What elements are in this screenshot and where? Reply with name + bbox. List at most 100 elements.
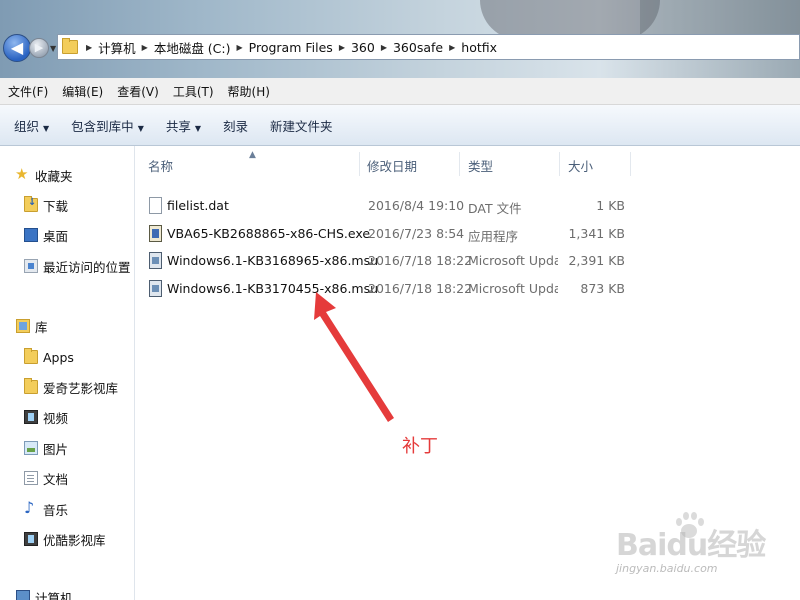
exe-file-icon — [149, 225, 162, 242]
nav-item-iqiyi-library[interactable]: 爱奇艺影视库 — [24, 376, 118, 398]
star-icon — [15, 165, 30, 183]
menu-help[interactable]: 帮助(H) — [224, 83, 274, 100]
breadcrumb-separator-icon[interactable]: ▶ — [142, 43, 148, 52]
breadcrumb-separator-icon[interactable]: ▶ — [449, 43, 455, 52]
file-size: 2,391 KB — [568, 253, 625, 268]
breadcrumb-separator-icon[interactable]: ▶ — [86, 43, 92, 52]
breadcrumb-item[interactable]: 计算机 — [98, 38, 136, 57]
watermark: Baidu经验 jingyan.baidu.com — [616, 512, 796, 582]
file-date: 2016/7/18 18:22 — [368, 253, 473, 268]
new-folder-button[interactable]: 新建文件夹 — [264, 116, 339, 135]
file-row[interactable]: filelist.dat 2016/8/4 19:10 DAT 文件 1 KB — [143, 194, 633, 218]
file-row[interactable]: Windows6.1-KB3168965-x86.msu 2016/7/18 1… — [143, 249, 633, 273]
column-header-row: ▲ 名称 修改日期 类型 大小 — [135, 150, 800, 180]
nav-item-documents[interactable]: 文档 — [24, 467, 68, 489]
watermark-url: jingyan.baidu.com — [616, 562, 718, 575]
breadcrumb-item-current[interactable]: hotfix — [461, 40, 497, 55]
chevron-down-icon: ▼ — [194, 123, 202, 133]
nav-item-youku-library[interactable]: 优酷影视库 — [24, 528, 106, 550]
back-arrow-icon: ◀ — [10, 38, 24, 57]
folder-icon — [24, 348, 38, 364]
forward-arrow-icon: ▶ — [34, 41, 44, 54]
file-name: filelist.dat — [167, 198, 229, 213]
organize-button[interactable]: 组织 ▼ — [8, 116, 55, 135]
menu-view[interactable]: 查看(V) — [113, 83, 163, 100]
breadcrumb-separator-icon[interactable]: ▶ — [237, 43, 243, 52]
nav-libraries[interactable]: 库 — [16, 315, 48, 337]
chevron-down-icon: ▼ — [43, 123, 50, 133]
file-type: Microsoft Updat... — [468, 281, 558, 296]
column-header-date[interactable]: 修改日期 — [367, 156, 417, 175]
nav-item-downloads[interactable]: 下载 — [24, 194, 68, 216]
video-icon — [24, 410, 38, 424]
menu-edit[interactable]: 编辑(E) — [58, 83, 107, 100]
burn-button[interactable]: 刻录 — [217, 116, 254, 135]
folder-icon — [24, 378, 38, 394]
annotation-label: 补丁 — [402, 436, 438, 457]
computer-icon — [16, 590, 30, 600]
column-divider[interactable] — [559, 152, 560, 176]
nav-label: 优酷影视库 — [43, 532, 106, 548]
sort-ascending-icon: ▲ — [249, 150, 256, 160]
nav-favorites[interactable]: 收藏夹 — [15, 164, 73, 186]
history-dropdown-icon[interactable]: ▼ — [50, 44, 56, 53]
breadcrumb-item[interactable]: Program Files — [249, 40, 333, 55]
file-name: Windows6.1-KB3168965-x86.msu — [167, 253, 379, 268]
file-name: VBA65-KB2688865-x86-CHS.exe — [167, 226, 371, 241]
organize-label: 组织 — [14, 118, 40, 134]
music-icon — [24, 498, 38, 517]
video-library-icon — [24, 532, 38, 546]
nav-item-recent-places[interactable]: 最近访问的位置 — [24, 255, 131, 277]
nav-label: 计算机 — [35, 590, 73, 600]
file-row[interactable]: VBA65-KB2688865-x86-CHS.exe 2016/7/23 8:… — [143, 222, 633, 246]
nav-label: 音乐 — [43, 502, 69, 518]
menu-bar: 文件(F) 编辑(E) 查看(V) 工具(T) 帮助(H) — [0, 78, 800, 105]
nav-item-desktop[interactable]: 桌面 — [24, 224, 68, 246]
nav-label: Apps — [43, 349, 74, 365]
address-bar[interactable]: ▶ 计算机 ▶ 本地磁盘 (C:) ▶ Program Files ▶ 360 … — [57, 34, 800, 60]
command-toolbar: 组织 ▼ 包含到库中 ▼ 共享 ▼ 刻录 新建文件夹 — [0, 105, 800, 146]
folder-icon — [62, 38, 78, 54]
window-title-area: ◀ ▶ ▼ ▶ 计算机 ▶ 本地磁盘 (C:) ▶ Program Files … — [0, 0, 800, 78]
file-size: 1 KB — [596, 198, 625, 213]
breadcrumb-item[interactable]: 360safe — [393, 40, 443, 55]
breadcrumb-item[interactable]: 本地磁盘 (C:) — [154, 38, 231, 57]
nav-item-videos[interactable]: 视频 — [24, 406, 68, 428]
include-in-library-button[interactable]: 包含到库中 ▼ — [65, 116, 150, 135]
column-divider[interactable] — [459, 152, 460, 176]
nav-label: 爱奇艺影视库 — [43, 380, 119, 396]
nav-label: 视频 — [43, 410, 69, 426]
file-size: 1,341 KB — [568, 226, 625, 241]
navigation-pane: 收藏夹 下载 桌面 最近访问的位置 库 Apps 爱奇艺影视库 视频 图片 文档… — [0, 146, 135, 600]
nav-item-music[interactable]: 音乐 — [24, 498, 68, 520]
nav-label: 图片 — [43, 441, 69, 457]
column-header-name[interactable]: 名称 — [148, 156, 173, 175]
nav-label: 下载 — [43, 198, 69, 214]
file-size: 873 KB — [580, 281, 625, 296]
column-header-size[interactable]: 大小 — [568, 156, 593, 175]
file-type: DAT 文件 — [468, 201, 522, 216]
msu-file-icon — [149, 280, 162, 297]
recent-places-icon — [24, 259, 38, 273]
menu-tools[interactable]: 工具(T) — [169, 83, 218, 100]
breadcrumb-item[interactable]: 360 — [351, 40, 375, 55]
library-icon — [16, 319, 30, 333]
nav-label: 最近访问的位置 — [43, 259, 131, 275]
column-divider[interactable] — [630, 152, 631, 176]
chevron-down-icon: ▼ — [137, 123, 144, 133]
menu-file[interactable]: 文件(F) — [4, 83, 52, 100]
nav-label: 桌面 — [43, 228, 69, 244]
breadcrumb-separator-icon[interactable]: ▶ — [339, 43, 345, 52]
breadcrumb-separator-icon[interactable]: ▶ — [381, 43, 387, 52]
file-date: 2016/8/4 19:10 — [368, 198, 465, 213]
annotation-arrow-icon — [314, 292, 394, 422]
back-button[interactable]: ◀ — [3, 34, 31, 62]
share-button[interactable]: 共享 ▼ — [160, 116, 207, 135]
column-header-type[interactable]: 类型 — [468, 156, 493, 175]
column-divider[interactable] — [359, 152, 360, 176]
nav-computer[interactable]: 计算机 — [16, 586, 73, 600]
nav-item-pictures[interactable]: 图片 — [24, 437, 68, 459]
document-icon — [24, 471, 38, 485]
nav-item-apps[interactable]: Apps — [24, 346, 74, 368]
forward-button[interactable]: ▶ — [29, 38, 49, 58]
